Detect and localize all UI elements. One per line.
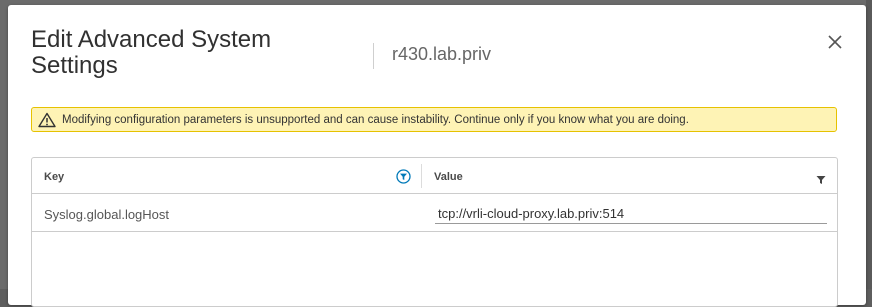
warning-icon <box>38 112 56 128</box>
table-row[interactable]: Syslog.global.logHost <box>32 194 837 232</box>
settings-datagrid: Key Value Syslog.global.logHost <box>31 157 838 307</box>
column-separator[interactable] <box>421 164 422 188</box>
dialog-title: Edit Advanced System Settings <box>31 26 272 79</box>
cell-key: Syslog.global.logHost <box>44 207 170 222</box>
page-scrollbar[interactable] <box>866 0 872 289</box>
warning-alert: Modifying configuration parameters is un… <box>31 107 837 132</box>
edit-settings-dialog: Edit Advanced System Settings r430.lab.p… <box>8 5 866 307</box>
filter-icon <box>396 169 411 184</box>
column-header-value[interactable]: Value <box>434 171 463 183</box>
filter-icon <box>816 176 826 184</box>
warning-text: Modifying configuration parameters is un… <box>62 114 689 126</box>
close-icon <box>828 35 842 49</box>
value-input[interactable] <box>435 204 827 224</box>
value-filter-button[interactable] <box>816 172 826 184</box>
dialog-subtitle-host: r430.lab.priv <box>392 44 492 64</box>
grid-header: Key Value <box>32 158 837 194</box>
close-button[interactable] <box>826 33 844 51</box>
column-header-key[interactable]: Key <box>44 171 64 183</box>
title-divider <box>373 43 374 69</box>
key-filter-button[interactable] <box>396 169 411 184</box>
